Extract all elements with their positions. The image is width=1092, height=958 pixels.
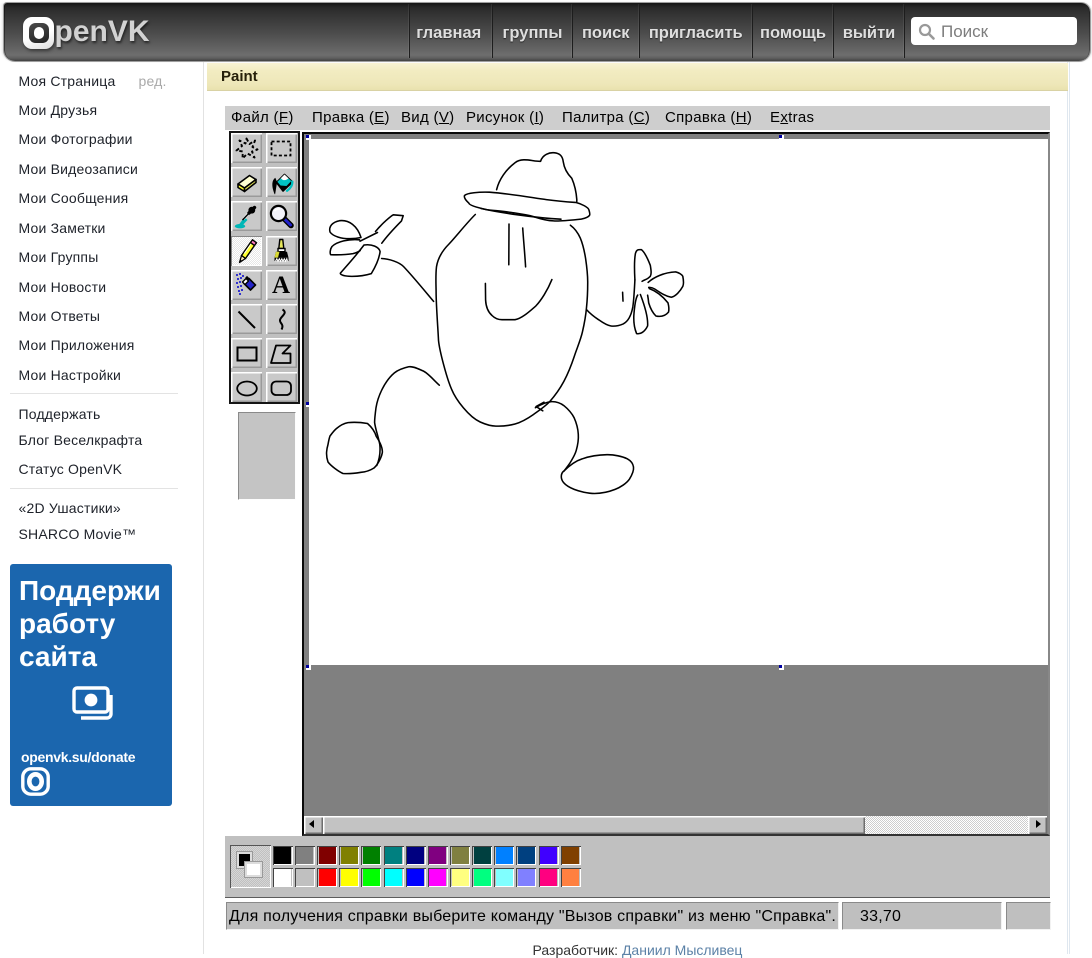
svg-text:A: A — [272, 272, 290, 298]
